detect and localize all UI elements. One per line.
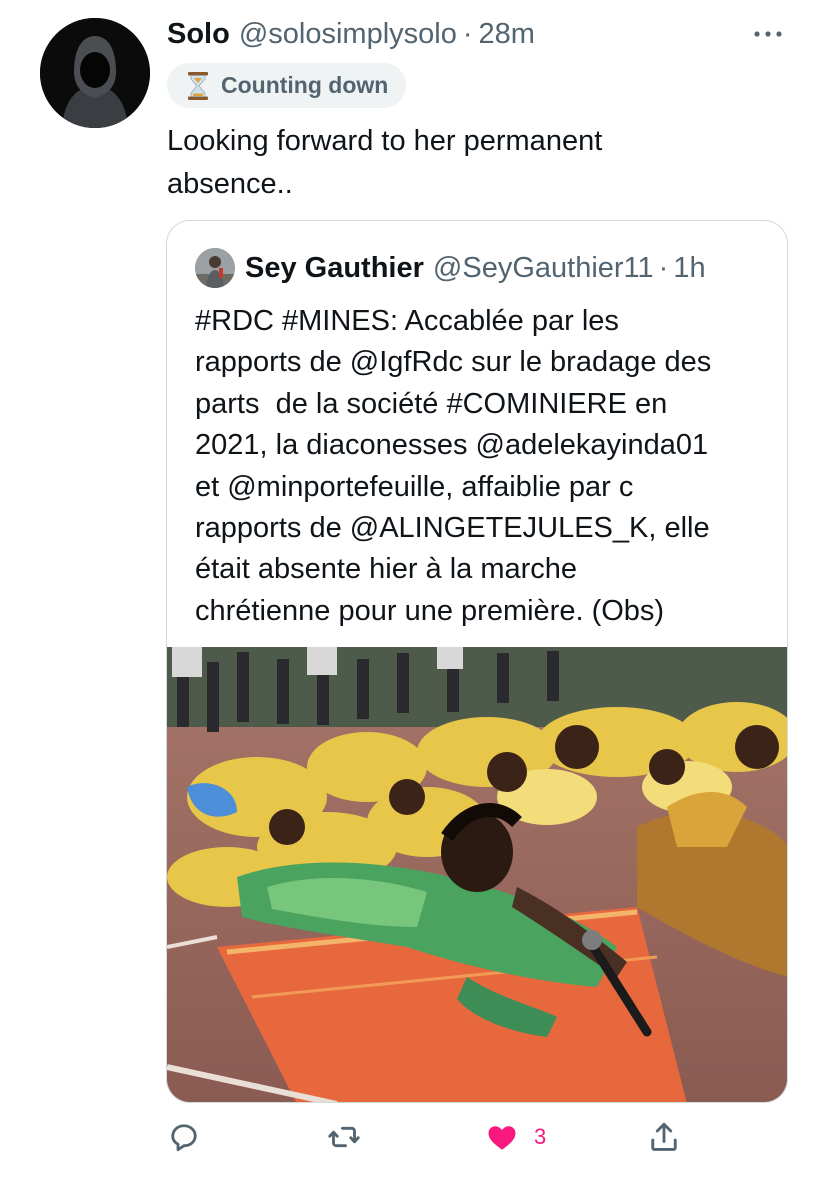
tweet-header: Solo @solosimplysolo · 28m: [167, 14, 788, 54]
more-options-button[interactable]: [748, 14, 788, 54]
text-line: était absente hier à la marche: [195, 553, 578, 586]
author-handle[interactable]: @solosimplysolo: [239, 18, 457, 51]
badge-label: Counting down: [221, 72, 389, 98]
text-line: chrétienne pour une première. (Obs): [195, 594, 665, 627]
quoted-tweet[interactable]: Sey Gauthier @SeyGauthier11 · 1h #RDC #M…: [166, 220, 788, 1103]
quoted-author-name[interactable]: Sey Gauthier: [245, 252, 424, 285]
quoted-author-avatar[interactable]: [195, 248, 235, 288]
quoted-author-handle[interactable]: @SeyGauthier11: [433, 252, 654, 285]
quoted-tweet-text: #RDC #MINES: Accablée par les rapports d…: [195, 301, 775, 632]
text-line: 2021, la diaconesses @adelekayinda01: [195, 429, 709, 462]
tweet-timestamp[interactable]: 28m: [479, 18, 535, 51]
share-button[interactable]: [646, 1115, 682, 1159]
like-count: 3: [534, 1124, 547, 1149]
quoted-timestamp[interactable]: 1h: [673, 252, 705, 285]
separator-dot: ·: [462, 17, 473, 50]
tweet-actions: 3: [0, 1115, 828, 1159]
reply-icon: [171, 1124, 197, 1152]
share-icon: [651, 1122, 677, 1151]
retweet-button[interactable]: [326, 1115, 362, 1159]
tweet-photo[interactable]: [167, 647, 787, 1102]
reply-button[interactable]: [166, 1115, 202, 1159]
hourglass-icon: [185, 71, 211, 101]
author-avatar[interactable]: [40, 18, 150, 128]
separator-dot: ·: [658, 251, 669, 284]
status-badge[interactable]: Counting down: [167, 63, 407, 108]
more-icon: [754, 31, 782, 37]
text-line: rapports de @ALINGETEJULES_K, elle: [195, 512, 710, 545]
quoted-tweet-header: Sey Gauthier @SeyGauthier11 · 1h: [195, 247, 706, 289]
retweet-icon: [328, 1126, 360, 1148]
text-line: rapports de @IgfRdc sur le bradage des: [195, 346, 712, 379]
author-name[interactable]: Solo: [167, 18, 230, 51]
text-line: parts de la société #COMINIERE en: [195, 387, 668, 420]
like-button[interactable]: 3: [484, 1115, 546, 1159]
text-line: et @minportefeuille, affaiblie par c: [195, 470, 634, 503]
tweet-text: Looking forward to her permanent absence…: [167, 125, 603, 200]
text-line: #RDC #MINES: Accablée par les: [195, 305, 619, 337]
heart-filled-icon: [488, 1126, 516, 1150]
